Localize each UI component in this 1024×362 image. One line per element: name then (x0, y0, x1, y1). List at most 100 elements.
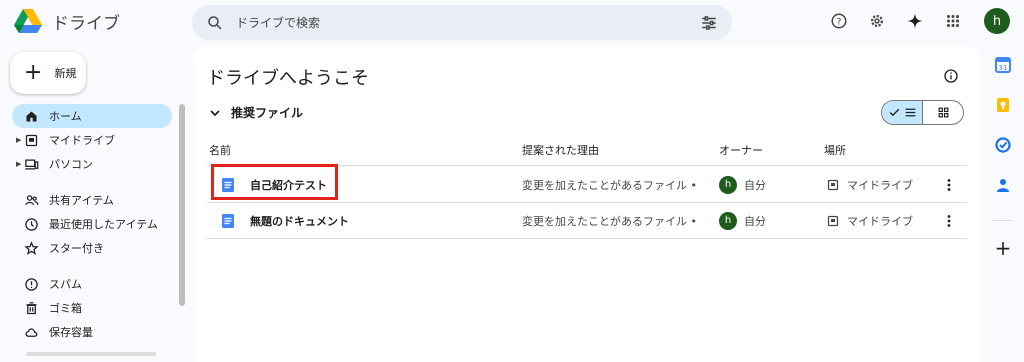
shared-icon (25, 194, 39, 205)
sidebar-item-label: 保存容量 (49, 326, 93, 339)
plus-icon: + (994, 236, 1012, 260)
sidebar-item-label: 共有アイテム (49, 194, 114, 207)
sidebar-scrollbar[interactable] (179, 104, 185, 306)
account-avatar[interactable]: h (984, 8, 1010, 34)
sidebar-item-label: ホーム (49, 110, 82, 123)
owner-avatar: h (719, 175, 737, 194)
file-location[interactable]: マイドライブ (827, 177, 913, 193)
google-doc-icon (222, 213, 234, 228)
get-addons-button[interactable]: + (994, 236, 1012, 260)
expand-caret-icon[interactable]: ▶ (16, 136, 21, 144)
star-icon (24, 240, 39, 255)
sidebar-item-storage[interactable]: 保存容量 (12, 320, 172, 344)
column-header-reason: 提案された理由 (522, 144, 599, 157)
recent-icon (25, 217, 38, 231)
new-button-label: 新規 (54, 67, 77, 80)
sidebar-item-home[interactable]: ホーム (12, 104, 172, 128)
sidebar-item-label: スパム (49, 278, 82, 291)
chevron-down-icon (210, 109, 220, 116)
file-reason: 変更を加えたことがあるファイル •... (522, 214, 697, 228)
file-table-header: 名前 提案された理由 オーナー 場所 (207, 138, 967, 166)
info-icon[interactable] (943, 68, 959, 84)
main-panel: ドライブへようこそ 推奨ファイル 名前 提案された理由 オーナー 場所 自己紹介… (193, 46, 981, 362)
rail-divider (993, 220, 1013, 221)
location-label: マイドライブ (847, 178, 913, 192)
new-button[interactable]: + 新規 (10, 52, 86, 94)
settings-button[interactable] (864, 8, 890, 34)
google-drive-logo-icon (14, 9, 42, 33)
spam-icon (25, 277, 38, 291)
search-bar[interactable]: ドライブで検索 (192, 5, 732, 40)
contacts-button[interactable] (994, 176, 1012, 194)
sidebar-item-shared[interactable]: 共有アイテム (12, 188, 172, 212)
search-input[interactable]: ドライブで検索 (236, 14, 700, 31)
computer-icon (25, 159, 39, 169)
owner-avatar: h (719, 211, 737, 230)
sidebar-item-label: ゴミ箱 (49, 302, 82, 315)
sidebar-item-starred[interactable]: スター付き (12, 236, 172, 260)
sidebar-item-label: マイドライブ (49, 134, 115, 147)
tasks-button[interactable] (994, 136, 1012, 154)
calendar-button[interactable]: 31 (994, 56, 1012, 74)
file-location[interactable]: マイドライブ (827, 213, 913, 229)
apps-button[interactable] (940, 8, 966, 34)
file-reason: 変更を加えたことがあるファイル •... (522, 178, 697, 192)
keep-icon (997, 98, 1009, 112)
grid-icon (938, 107, 948, 118)
storage-progress-bar (26, 352, 156, 356)
trash-icon (26, 301, 37, 314)
search-options-icon[interactable] (700, 14, 718, 32)
sparkle-icon (907, 13, 923, 29)
more-vert-icon[interactable] (943, 214, 955, 228)
calendar-icon: 31 (995, 57, 1011, 73)
apps-grid-icon (947, 15, 959, 27)
svg-text:31: 31 (999, 64, 1008, 72)
drive-logo[interactable]: ドライブ (14, 8, 120, 34)
help-button[interactable]: ? (826, 8, 852, 34)
grid-view-button[interactable] (923, 101, 963, 124)
column-header-name[interactable]: 名前 (209, 142, 231, 158)
file-owner: h 自分 (719, 175, 766, 194)
page-title: ドライブへようこそ (207, 68, 369, 89)
contacts-icon (997, 179, 1009, 192)
location-label: マイドライブ (847, 214, 913, 228)
sidebar-item-spam[interactable]: スパム (12, 272, 172, 296)
more-vert-icon[interactable] (943, 178, 955, 192)
owner-name: 自分 (744, 178, 766, 192)
expand-caret-icon[interactable]: ▶ (16, 160, 21, 168)
sidebar-item-label: スター付き (49, 242, 104, 255)
sidebar-item-computers[interactable]: ▶ パソコン (12, 152, 172, 176)
keep-button[interactable] (994, 96, 1012, 114)
file-owner: h 自分 (719, 211, 766, 230)
cloud-icon (25, 327, 38, 337)
sidebar-item-trash[interactable]: ゴミ箱 (12, 296, 172, 320)
gear-icon (871, 15, 883, 27)
app-title: ドライブ (52, 13, 120, 34)
check-icon (889, 108, 899, 117)
tasks-icon (995, 137, 1011, 153)
my-drive-icon (25, 134, 38, 146)
list-view-button[interactable] (882, 101, 923, 124)
my-drive-icon (827, 179, 839, 190)
gemini-button[interactable] (902, 8, 928, 34)
highlight-box (211, 164, 338, 200)
column-header-location: 場所 (824, 144, 846, 157)
sidebar-item-my-drive[interactable]: ▶ マイドライブ (12, 128, 172, 152)
search-icon[interactable] (206, 14, 224, 32)
owner-name: 自分 (744, 214, 766, 228)
sidebar-item-label: 最近使用したアイテム (49, 218, 158, 231)
view-toggle (881, 100, 964, 125)
list-icon (905, 108, 915, 117)
plus-icon: + (24, 60, 43, 85)
my-drive-icon (827, 215, 839, 226)
suggested-files-toggle[interactable]: 推奨ファイル (209, 104, 303, 121)
home-icon (26, 111, 37, 121)
help-icon: ? (831, 13, 847, 29)
section-title: 推奨ファイル (231, 106, 304, 120)
sidebar: ホーム ▶ マイドライブ ▶ パソコン 共有アイテム 最近使用したアイテム スタ… (0, 104, 182, 344)
side-panel-rail: 31 + (988, 56, 1018, 279)
column-header-owner: オーナー (719, 144, 763, 157)
sidebar-item-recent[interactable]: 最近使用したアイテム (12, 212, 172, 236)
file-name[interactable]: 無題のドキュメント (250, 213, 349, 229)
table-row[interactable]: 無題のドキュメント 変更を加えたことがあるファイル •... h 自分 マイドライ… (207, 203, 967, 239)
